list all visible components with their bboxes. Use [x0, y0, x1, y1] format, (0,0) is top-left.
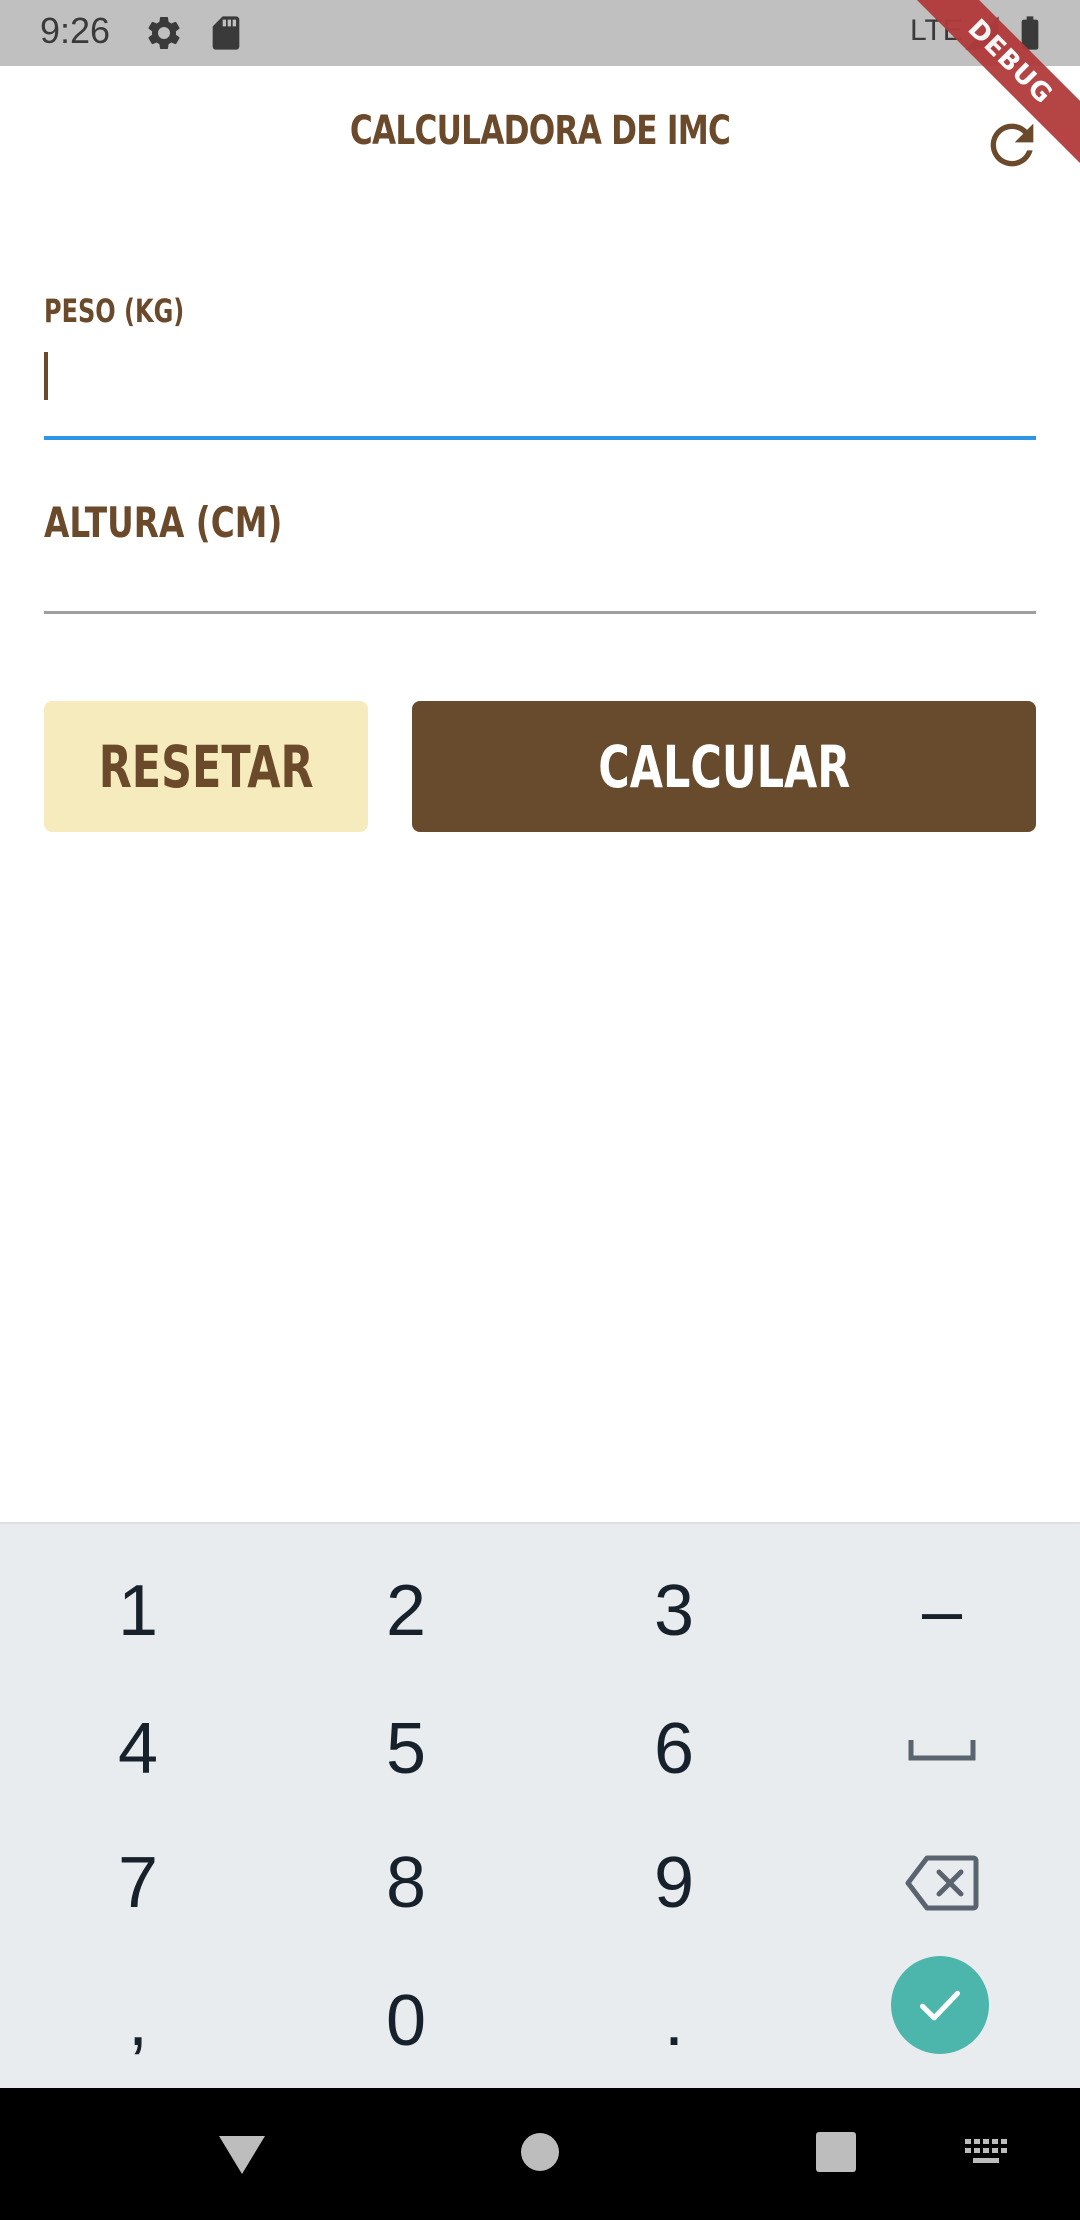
- keyboard-switch-button[interactable]: [960, 2132, 1012, 2172]
- altura-input[interactable]: [44, 560, 1040, 612]
- home-icon: [521, 2133, 559, 2171]
- peso-label: PESO (KG): [44, 292, 185, 330]
- key-9[interactable]: 9: [540, 1816, 808, 1950]
- space-icon: [908, 1740, 976, 1761]
- key-period[interactable]: .: [540, 1954, 808, 2088]
- key-comma[interactable]: ,: [4, 1954, 272, 2088]
- key-7[interactable]: 7: [4, 1816, 272, 1950]
- key-4[interactable]: 4: [4, 1682, 272, 1816]
- recents-button[interactable]: [810, 2126, 862, 2178]
- settings-icon: [148, 16, 180, 49]
- navigation-bar: [0, 2088, 1080, 2220]
- backspace-icon: [905, 1855, 979, 1911]
- key-6[interactable]: 6: [540, 1682, 808, 1816]
- key-8[interactable]: 8: [272, 1816, 540, 1950]
- back-button[interactable]: [212, 2128, 272, 2180]
- key-5[interactable]: 5: [272, 1682, 540, 1816]
- key-backspace[interactable]: [808, 1816, 1076, 1950]
- peso-input[interactable]: [44, 346, 1040, 408]
- home-button[interactable]: [514, 2126, 566, 2178]
- key-2[interactable]: 2: [272, 1544, 540, 1678]
- recents-icon: [816, 2132, 856, 2172]
- calculate-button[interactable]: CALCULAR: [412, 701, 1036, 832]
- reset-button-label: RESETAR: [98, 732, 314, 801]
- refresh-icon[interactable]: [980, 113, 1044, 177]
- peso-underline-focused: [44, 436, 1036, 440]
- status-time: 9:26: [40, 10, 111, 51]
- key-1[interactable]: 1: [4, 1544, 272, 1678]
- back-icon: [219, 2136, 265, 2174]
- reset-button[interactable]: RESETAR: [44, 701, 368, 832]
- status-bar: 9:26 LTE: [0, 0, 1080, 66]
- key-minus[interactable]: –: [808, 1544, 1076, 1678]
- altura-label: ALTURA (CM): [44, 498, 283, 547]
- key-3[interactable]: 3: [540, 1544, 808, 1678]
- app-title: CALCULADORA DE IMC: [349, 108, 731, 154]
- checkmark-icon: [919, 1990, 961, 2021]
- calculate-button-label: CALCULAR: [597, 732, 851, 801]
- done-key[interactable]: [891, 1956, 989, 2054]
- key-space[interactable]: [808, 1682, 1076, 1816]
- sd-card-icon: [212, 16, 240, 50]
- keyboard-switch-icon: [965, 2139, 1007, 2163]
- text-cursor: [44, 352, 48, 400]
- altura-underline: [44, 611, 1036, 614]
- key-0[interactable]: 0: [272, 1954, 540, 2088]
